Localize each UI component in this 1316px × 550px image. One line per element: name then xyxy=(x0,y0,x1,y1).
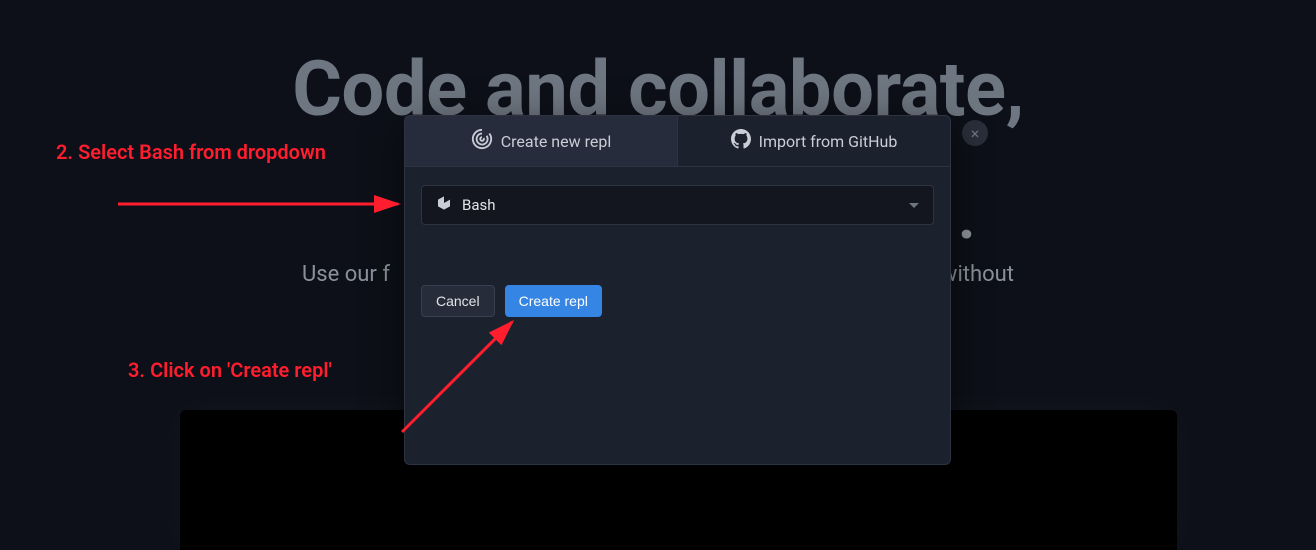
hero-subtitle-left: Use our f xyxy=(302,262,390,287)
chevron-down-icon xyxy=(909,203,919,208)
hero-subtitle-right: without xyxy=(941,262,1014,287)
annotation-step-3: 3. Click on 'Create repl' xyxy=(128,358,332,382)
tab-import-label: Import from GitHub xyxy=(759,132,898,151)
close-button[interactable]: × xyxy=(962,120,988,146)
language-dropdown[interactable]: Bash xyxy=(421,185,934,225)
modal-tabs: Create new repl Import from GitHub xyxy=(405,116,950,167)
annotation-step-2: 2. Select Bash from dropdown xyxy=(56,140,326,164)
tab-import-github[interactable]: Import from GitHub xyxy=(678,116,950,166)
tab-create-label: Create new repl xyxy=(501,132,612,151)
hero-dot: . xyxy=(958,182,975,253)
spiral-icon xyxy=(471,128,493,154)
annotation-arrow-1 xyxy=(118,174,408,234)
close-icon: × xyxy=(971,124,980,143)
cube-icon xyxy=(436,195,452,215)
tab-create-new-repl[interactable]: Create new repl xyxy=(405,116,678,166)
github-icon xyxy=(731,129,751,153)
modal-body: Bash Cancel Create repl xyxy=(405,167,950,335)
dropdown-selected-label: Bash xyxy=(462,196,496,214)
annotation-arrow-2 xyxy=(392,312,552,442)
